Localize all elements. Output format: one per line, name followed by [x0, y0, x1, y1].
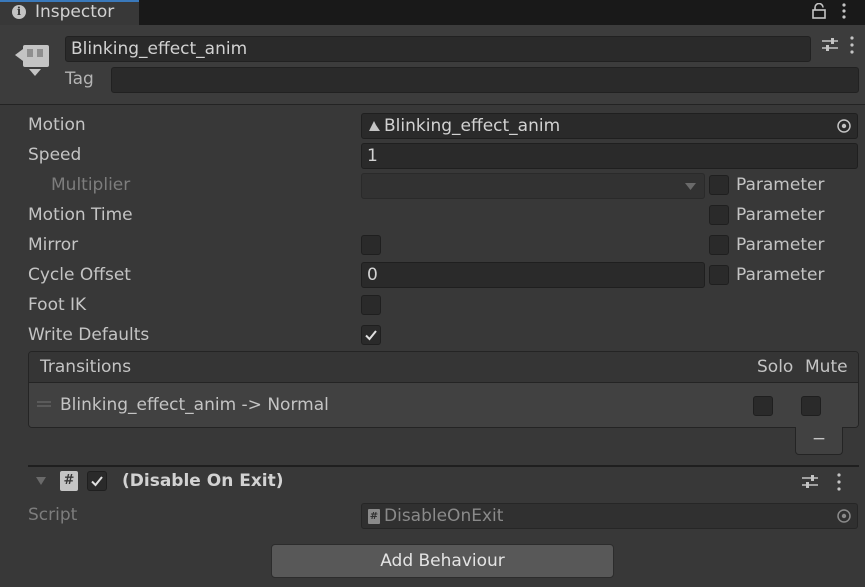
script-object-field: # DisableOnExit	[361, 503, 858, 529]
animation-clip-icon	[369, 121, 380, 131]
multiplier-dropdown[interactable]	[361, 173, 705, 199]
tag-field[interactable]	[111, 67, 859, 93]
write-defaults-label: Write Defaults	[28, 325, 150, 345]
tab-title: Inspector	[35, 2, 115, 22]
transitions-header: Transitions Solo Mute	[29, 352, 858, 383]
behaviour-menu-icon[interactable]	[836, 472, 842, 492]
mirror-checkbox[interactable]	[361, 235, 381, 255]
script-value: DisableOnExit	[384, 506, 504, 526]
animator-state-icon	[15, 45, 49, 76]
tag-label: Tag	[65, 69, 94, 89]
motion-time-label: Motion Time	[28, 205, 133, 225]
multiplier-label: Multiplier	[51, 175, 131, 195]
motion-value: Blinking_effect_anim	[384, 116, 561, 136]
foot-ik-label: Foot IK	[28, 295, 87, 315]
transition-label: Blinking_effect_anim -> Normal	[60, 395, 329, 415]
speed-field[interactable]: 1	[361, 143, 858, 169]
checkmark-icon	[91, 476, 103, 487]
drag-handle-icon[interactable]	[37, 401, 51, 407]
cycle-offset-parameter-label: Parameter	[736, 265, 825, 285]
solo-column-label: Solo	[757, 357, 794, 377]
mirror-parameter-checkbox[interactable]	[709, 235, 729, 255]
mute-column-label: Mute	[805, 357, 848, 377]
foot-ik-checkbox[interactable]	[361, 295, 381, 315]
settings-sliders-icon[interactable]	[821, 37, 839, 53]
script-label: Script	[28, 505, 78, 525]
script-hash-icon: #	[60, 471, 78, 491]
multiplier-parameter-checkbox[interactable]	[709, 175, 729, 195]
write-defaults-checkbox[interactable]	[361, 325, 381, 345]
motion-object-field[interactable]: Blinking_effect_anim	[361, 113, 858, 139]
tab-inspector[interactable]: i Inspector	[0, 0, 139, 25]
mirror-parameter-label: Parameter	[736, 235, 825, 255]
behaviour-enabled-checkbox[interactable]	[87, 471, 107, 491]
solo-checkbox[interactable]	[753, 396, 773, 416]
foldout-arrow-icon[interactable]	[36, 477, 46, 485]
motion-time-parameter-checkbox[interactable]	[709, 205, 729, 225]
script-file-icon: #	[368, 509, 380, 524]
transitions-list: Transitions Solo Mute Blinking_effect_an…	[28, 351, 859, 428]
info-icon: i	[12, 5, 26, 19]
object-picker-icon	[837, 509, 851, 523]
motion-label: Motion	[28, 115, 86, 135]
remove-transition-button[interactable]: −	[795, 427, 843, 455]
object-picker-icon[interactable]	[837, 119, 851, 133]
dropdown-arrow-icon	[685, 183, 696, 190]
state-name-field[interactable]: Blinking_effect_anim	[65, 36, 811, 62]
transitions-title: Transitions	[40, 357, 132, 377]
cycle-offset-label: Cycle Offset	[28, 265, 131, 285]
behaviour-header: # (Disable On Exit)	[28, 467, 859, 497]
mirror-label: Mirror	[28, 235, 79, 255]
mute-checkbox[interactable]	[801, 396, 821, 416]
checkmark-icon	[365, 330, 377, 341]
speed-label: Speed	[28, 145, 82, 165]
multiplier-parameter-label: Parameter	[736, 175, 825, 195]
cycle-offset-parameter-checkbox[interactable]	[709, 265, 729, 285]
lock-icon[interactable]	[812, 3, 826, 19]
transition-row[interactable]: Blinking_effect_anim -> Normal	[29, 383, 858, 427]
behaviour-title: (Disable On Exit)	[122, 471, 284, 491]
settings-sliders-icon[interactable]	[801, 474, 819, 490]
header-menu-icon[interactable]	[849, 35, 855, 55]
add-behaviour-button[interactable]: Add Behaviour	[271, 544, 614, 578]
minus-icon: −	[811, 429, 827, 449]
motion-time-parameter-label: Parameter	[736, 205, 825, 225]
cycle-offset-field[interactable]: 0	[361, 262, 705, 288]
tab-menu-icon[interactable]	[841, 2, 847, 20]
